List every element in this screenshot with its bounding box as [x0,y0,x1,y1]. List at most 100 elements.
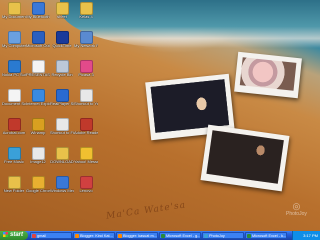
taskbar-button-label: Blogger: Kind Kat... [80,234,113,238]
outlook-icon [31,31,45,44]
desktop-icon-label: Kelas 4 [79,15,93,19]
ie-icon [31,89,45,102]
desktop-icon[interactable]: Shortcut to FORM [50,118,74,136]
desktop-icon-label: QuickTime [52,44,72,48]
desktop-icon[interactable]: RealPlayer SP [50,89,74,107]
picasa-icon [79,60,93,73]
desktop-icon-label: New Folder [3,189,25,193]
taskbar-button-label: gmail [37,234,47,238]
messenger-icon [79,147,93,160]
desktop-icon-label: PRESENTASI [26,73,50,77]
chrome-icon [31,176,45,189]
desktop-icon[interactable]: Yahoo! Messenger [74,147,98,165]
desktop-icon-label: Document Scrap [2,102,26,106]
photojoy-logo-icon: ◎ [292,201,301,211]
taskbar-button[interactable]: gmail [30,232,72,239]
desktop-icon[interactable]: Recycle Bin [50,60,74,78]
desktop-icon-label: My Documents [2,15,26,19]
download-icon [55,147,69,160]
app-icon [79,176,93,189]
image-icon [31,147,45,160]
document-icon [7,89,21,102]
desktop-icon[interactable]: Shortcut to Yahoo [74,89,98,107]
desktop-icon-label: Adobe Reader 9 [74,131,98,135]
desktop-icon[interactable]: My Network Places [74,31,98,49]
photo-image [206,130,284,184]
taskbar-button[interactable]: PhotoJoy [202,232,244,239]
desktop-icon-label: Windows Media Player [50,189,74,193]
desktop-icon[interactable]: Microsoft Outlook [26,31,50,49]
desktop-icon[interactable]: Free Music [2,147,26,165]
desktop-icon[interactable]: QuickTime [50,31,74,49]
desktop-icon[interactable]: Winamp [26,118,50,136]
taskbar-button[interactable]: Microsoft Excel - g... [159,232,201,239]
windows-logo-icon [3,231,8,237]
desktop-icon-label: Picasa 3 [78,73,94,77]
desktop-icon[interactable]: My Documents [2,2,26,20]
desktop-icon[interactable]: Windows Media Player [50,176,74,194]
taskbar-button-label: Microsoft Excel - k... [252,234,287,238]
system-tray: 3:17 PM [292,231,320,240]
desktop-icon-label: Acrobat.com [2,131,26,135]
desktop-icon-label: Nokia PC Suite [2,73,26,77]
desktop-icon[interactable]: Image12 [26,147,50,165]
bluetooth-icon [31,2,45,15]
adobe-reader-icon [79,118,93,131]
taskbar-button[interactable]: Blogger: kasuat m... [116,232,158,239]
shortcut-icon [55,118,69,131]
app-icon [161,234,165,238]
desktop-icon-label: Recycle Bin [51,73,73,77]
desktop-icon[interactable]: My Computer [2,31,26,49]
taskbar-button-label: Blogger: kasuat m... [123,234,157,238]
desktop-icon[interactable]: DOWNLOAD [50,147,74,165]
desktop-icon[interactable]: PRESENTASI [26,60,50,78]
folder-icon [7,176,21,189]
photo-frame-top[interactable] [234,51,302,99]
photo-frame-bottom[interactable] [200,124,290,192]
desktop-icon[interactable]: Internet Explorer [26,89,50,107]
desktop-icon[interactable]: sheet [50,2,74,20]
folder-icon [7,2,21,15]
taskbar-button[interactable]: Blogger: Kind Kat... [73,232,115,239]
desktop-icon[interactable]: Document Scrap [2,89,26,107]
sand-writing: Ma'Ca Wate'sa [105,200,187,222]
desktop-icon[interactable]: Kelas 4 [74,2,98,20]
desktop-icon[interactable]: Lenovo [74,176,98,194]
winamp-icon [31,118,45,131]
app-icon [247,234,251,238]
desktop-icon-label: Lenovo [79,189,93,193]
desktop-icon[interactable]: Picasa 3 [74,60,98,78]
start-button[interactable]: start [0,231,28,240]
shortcut-icon [79,89,93,102]
desktop-icon-label: DOWNLOAD [50,160,74,164]
start-label: start [10,232,24,238]
folder-icon [79,2,93,15]
desktop-icon[interactable]: New Folder [2,176,26,194]
desktop-icon-label: Shortcut to FORM [50,131,74,135]
app-icon [204,234,208,238]
music-icon [7,147,21,160]
sea-wave [60,0,320,48]
desktop-icon[interactable]: Nokia PC Suite [2,60,26,78]
taskbar-button-label: PhotoJoy [209,234,225,238]
nokia-icon [7,60,21,73]
app-icon [118,234,122,238]
clock[interactable]: 3:17 PM [303,233,318,238]
desktop-icon[interactable]: My Bluetooth [26,2,50,20]
desktop-icon-label: Shortcut to Yahoo [74,102,98,106]
desktop-icon-label: My Computer [2,44,26,48]
desktop-icon[interactable]: Acrobat.com [2,118,26,136]
desktop-icon[interactable]: Google Chrome [26,176,50,194]
taskbar-button[interactable]: Microsoft Excel - k... [245,232,287,239]
media-player-icon [55,176,69,189]
realplayer-icon [55,89,69,102]
recycle-bin-icon [55,60,69,73]
document-icon [31,60,45,73]
desktop-icon-label: RealPlayer SP [50,102,74,106]
app-icon [32,234,36,238]
desktop-icon[interactable]: Adobe Reader 9 [74,118,98,136]
acrobat-icon [7,118,21,131]
quicktime-icon [55,31,69,44]
network-icon [79,31,93,44]
desktop-icon-label: Microsoft Outlook [26,44,50,48]
